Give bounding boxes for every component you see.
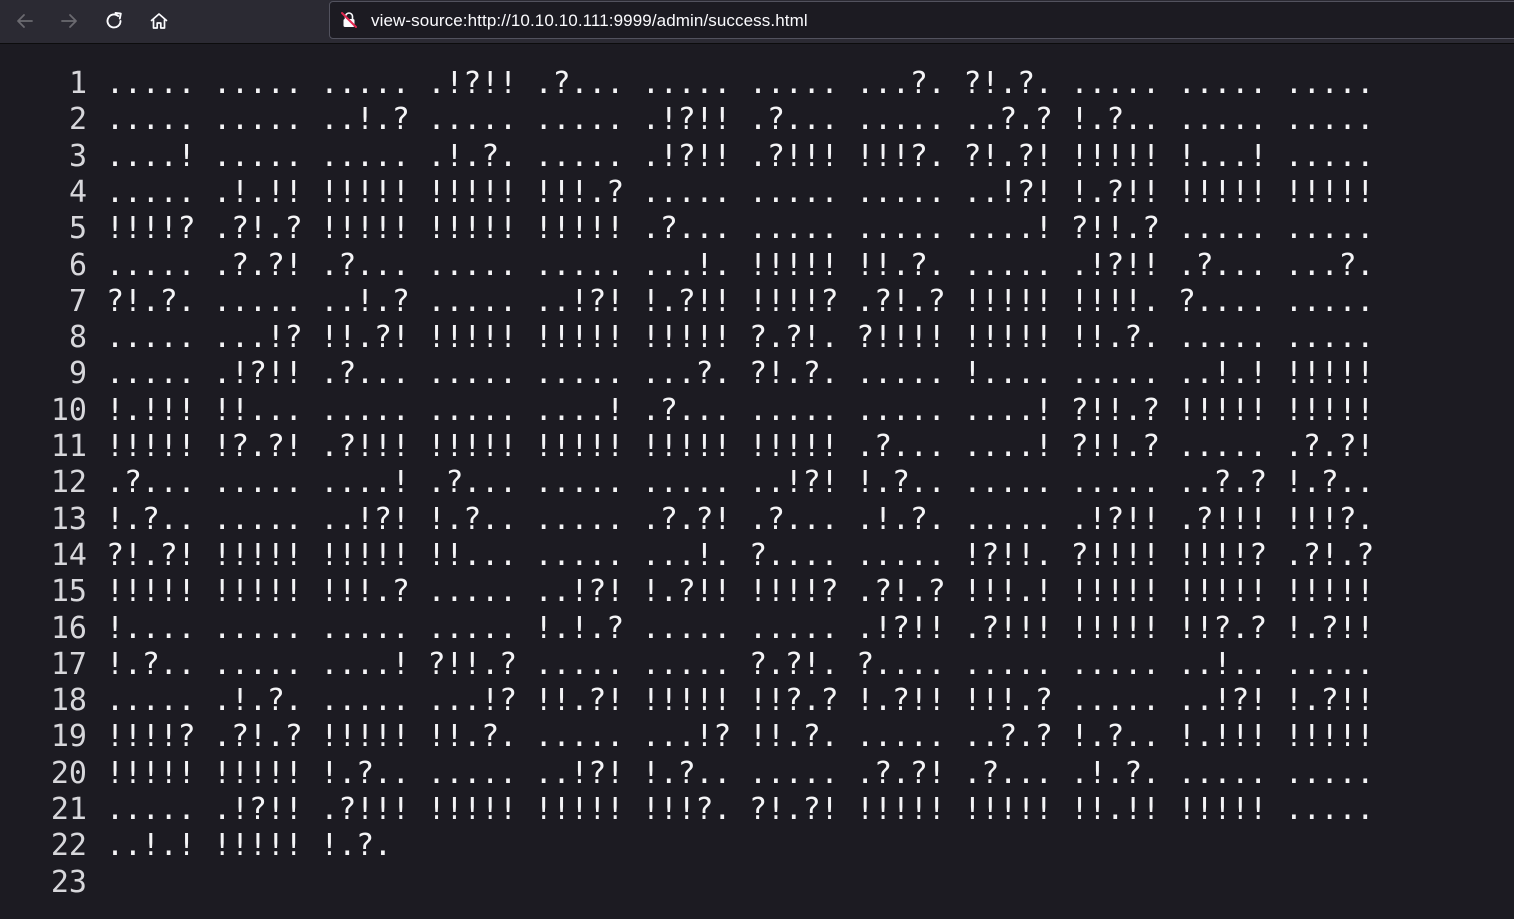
arrow-left-icon (15, 11, 35, 31)
line-content: !!!!! !?.?! .?!!! !!!!! !!!!! !!!!! !!!!… (106, 429, 1375, 464)
line-content: ....! ..... ..... .!.?. ..... .!?!! .?!!… (106, 138, 1375, 174)
line-content: !.?.. ..... ....! ?!!.? ..... ..... ?.?!… (106, 646, 1375, 682)
browser-toolbar: view-source:http://10.10.10.111:9999/adm… (0, 0, 1514, 44)
line-number: 6 (68, 247, 87, 283)
line-content: ..... .!?!! .?... ..... ..... ...?. ?!.?… (106, 356, 1375, 392)
line-number: 15 (50, 574, 87, 610)
source-line: 6 ..... .?.?! .?... ..... ..... ...!. !!!… (0, 248, 1514, 284)
line-content: ?!.?. ..... ..!.? ..... ..!?! !.?!! !!!!… (106, 283, 1375, 319)
line-number: 11 (50, 429, 87, 464)
reload-icon (103, 10, 125, 32)
source-line: 14 ?!.?! !!!!! !!!!! !!... ..... ...!. ?.… (0, 538, 1514, 574)
source-line: 18 ..... .!.?. ..... ...!? !!.?! !!!!! !!… (0, 683, 1514, 719)
source-line: 20 !!!!! !!!!! !.?.. ..... ..!?! !.?.. ..… (0, 756, 1514, 792)
view-source-content: 1 ..... ..... ..... .!?!! .?... ..... ...… (0, 66, 1514, 906)
line-content: !.?.. ..... ..!?! !.?.. ..... .?.?! .?..… (106, 501, 1375, 537)
line-number: 23 (50, 864, 87, 900)
reload-button[interactable] (98, 6, 130, 36)
line-content: !.... ..... ..... ..... !.!.? ..... ....… (106, 610, 1375, 646)
line-number: 18 (50, 683, 87, 719)
line-content: !!!!? .?!.? !!!!! !!!!! !!!!! .?... ....… (106, 211, 1375, 247)
line-content: ..!.! !!!!! !.?. (106, 828, 392, 864)
url-text[interactable]: view-source:http://10.10.10.111:9999/adm… (371, 11, 808, 31)
source-line: 9 ..... .!?!! .?... ..... ..... ...?. ?!.… (0, 356, 1514, 392)
line-content: ..... ...!? !!.?! !!!!! !!!!! !!!!! ?.?!… (106, 320, 1375, 356)
line-content: .?... ..... ....! .?... ..... ..... ..!?… (106, 465, 1375, 501)
line-content: ..... .!.!! !!!!! !!!!! !!!.? ..... ....… (106, 174, 1375, 210)
source-line: 10 !.!!! !!... ..... ..... ....! .?... ..… (0, 393, 1514, 429)
line-number: 12 (50, 465, 87, 501)
line-number: 5 (68, 211, 87, 247)
source-line: 16 !.... ..... ..... ..... !.!.? ..... ..… (0, 611, 1514, 647)
source-line: 4 ..... .!.!! !!!!! !!!!! !!!.? ..... ...… (0, 175, 1514, 211)
line-number: 20 (50, 755, 87, 791)
source-line: 23 (0, 865, 1514, 901)
line-content: ..... ..... ..!.? ..... ..... .!?!! .?..… (106, 102, 1375, 138)
source-line: 11 !!!!! !?.?! .?!!! !!!!! !!!!! !!!!! !!… (0, 429, 1514, 465)
arrow-right-icon (59, 11, 79, 31)
source-line: 15 !!!!! !!!!! !!!.? ..... ..!?! !.?!! !!… (0, 574, 1514, 610)
line-number: 10 (50, 392, 87, 428)
source-line: 12 .?... ..... ....! .?... ..... ..... ..… (0, 465, 1514, 501)
line-content: !!!!! !!!!! !!!.? ..... ..!?! !.?!! !!!!… (106, 574, 1375, 610)
line-content: ..... ..... ..... .!?!! .?... ..... ....… (106, 66, 1375, 101)
source-line: 22 ..!.! !!!!! !.?. (0, 828, 1514, 864)
line-number: 16 (50, 610, 87, 646)
line-number: 4 (68, 174, 87, 210)
insecure-lock-icon[interactable] (340, 11, 358, 29)
source-line: 2 ..... ..... ..!.? ..... ..... .!?!! .?.… (0, 102, 1514, 138)
line-number: 2 (68, 102, 87, 138)
source-line: 8 ..... ...!? !!.?! !!!!! !!!!! !!!!! ?.?… (0, 320, 1514, 356)
source-line: 5 !!!!? .?!.? !!!!! !!!!! !!!!! .?... ...… (0, 211, 1514, 247)
line-number: 8 (68, 320, 87, 356)
home-icon (149, 11, 169, 31)
line-number: 1 (68, 66, 87, 101)
home-button[interactable] (143, 6, 175, 36)
source-line: 7 ?!.?. ..... ..!.? ..... ..!?! !.?!! !!!… (0, 284, 1514, 320)
source-line: 1 ..... ..... ..... .!?!! .?... ..... ...… (0, 66, 1514, 102)
url-bar[interactable]: view-source:http://10.10.10.111:9999/adm… (329, 1, 1514, 39)
line-content: !!!!! !!!!! !.?.. ..... ..!?! !.?.. ....… (106, 755, 1375, 791)
line-content: ..... .!.?. ..... ...!? !!.?! !!!!! !!?.… (106, 683, 1375, 719)
source-line: 17 !.?.. ..... ....! ?!!.? ..... ..... ?.… (0, 647, 1514, 683)
line-content: ?!.?! !!!!! !!!!! !!... ..... ...!. ?...… (106, 537, 1375, 573)
line-content: !!!!? .?!.? !!!!! !!.?. ..... ...!? !!.?… (106, 719, 1375, 755)
line-number: 13 (50, 501, 87, 537)
source-line: 13 !.?.. ..... ..!?! !.?.. ..... .?.?! .?… (0, 502, 1514, 538)
line-content: ..... .?.?! .?... ..... ..... ...!. !!!!… (106, 247, 1375, 283)
line-number: 21 (50, 792, 87, 827)
source-line: 21 ..... .!?!! .?!!! !!!!! !!!!! !!!?. ?!… (0, 792, 1514, 828)
line-number: 9 (68, 356, 87, 392)
line-number: 14 (50, 537, 87, 573)
line-number: 3 (68, 138, 87, 174)
back-button[interactable] (9, 6, 41, 36)
line-number: 22 (50, 828, 87, 864)
line-content: ..... .!?!! .?!!! !!!!! !!!!! !!!?. ?!.?… (106, 792, 1375, 827)
line-content: !.!!! !!... ..... ..... ....! .?... ....… (106, 392, 1375, 428)
line-number: 7 (68, 283, 87, 319)
line-number: 17 (50, 646, 87, 682)
source-line: 19 !!!!? .?!.? !!!!! !!.?. ..... ...!? !!… (0, 719, 1514, 755)
source-line: 3 ....! ..... ..... .!.?. ..... .!?!! .?!… (0, 139, 1514, 175)
line-number: 19 (50, 719, 87, 755)
forward-button[interactable] (53, 6, 85, 36)
